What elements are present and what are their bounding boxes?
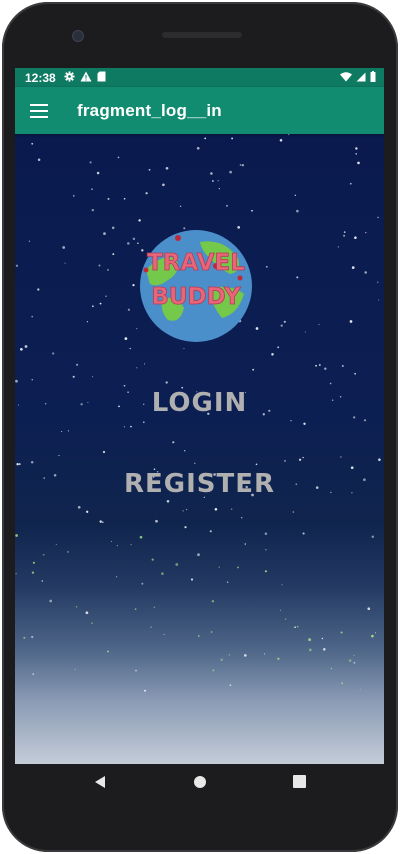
battery-icon [370, 70, 376, 85]
hamburger-menu-icon[interactable] [15, 87, 63, 134]
recents-icon[interactable] [293, 775, 306, 793]
login-content: TRAVEL BUDDY LOGIN REGISTER [15, 134, 384, 764]
front-camera [72, 30, 84, 42]
system-nav-bar [15, 764, 384, 804]
back-icon[interactable] [93, 775, 107, 794]
screen: 12:38 fragment_log__in TRAVEL BUDDY LOGI… [15, 68, 384, 764]
page-title: fragment_log__in [77, 100, 222, 120]
login-button[interactable]: LOGIN [15, 388, 384, 418]
app-bar: fragment_log__in [15, 87, 384, 134]
wifi-icon [340, 71, 352, 85]
signal-icon [356, 71, 366, 85]
home-icon[interactable] [193, 775, 207, 794]
earpiece-speaker [162, 32, 242, 38]
status-time: 12:38 [25, 70, 56, 85]
logo-line-2: BUDDY [151, 284, 241, 310]
register-button[interactable]: REGISTER [15, 469, 384, 499]
gear-icon [64, 70, 75, 85]
warning-icon [80, 71, 92, 85]
logo-line-1: TRAVEL [147, 250, 245, 276]
sd-card-icon [97, 71, 106, 85]
status-bar: 12:38 [15, 68, 384, 87]
travel-buddy-logo: TRAVEL BUDDY [140, 230, 252, 342]
